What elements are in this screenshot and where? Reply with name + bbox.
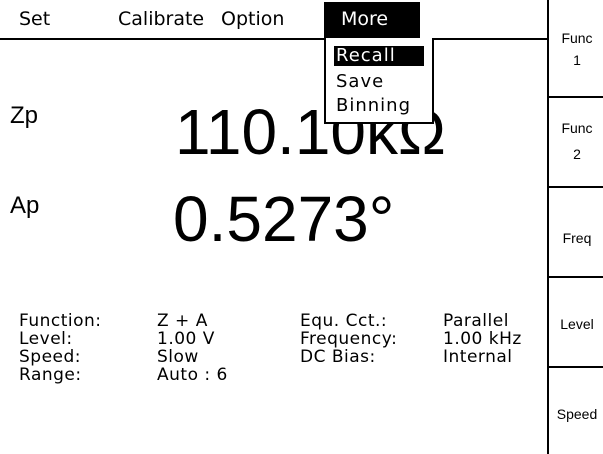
- instrument-screen: Set Calibrate Option More Recall Save Bi…: [0, 0, 603, 454]
- softkey-divider: [549, 366, 603, 368]
- dropdown-item-binning[interactable]: Binning: [336, 96, 411, 116]
- softkey-freq-label: Freq: [562, 230, 592, 246]
- info-value-range: Auto : 6: [157, 365, 228, 385]
- softkey-column: Func 1 Func 2 Freq Level Speed: [547, 0, 603, 454]
- info-label-dc-bias: DC Bias:: [300, 347, 376, 367]
- menu-option[interactable]: Option: [221, 8, 284, 30]
- softkey-divider: [549, 96, 603, 98]
- softkey-speed-label: Speed: [556, 406, 598, 422]
- menu-more[interactable]: More: [324, 2, 420, 38]
- menu-more-label: More: [341, 8, 389, 30]
- softkey-func-2-line2: 2: [573, 146, 581, 162]
- softkey-func-2-line1: Func: [561, 120, 593, 136]
- dropdown-item-recall[interactable]: Recall: [334, 46, 424, 66]
- softkey-func-1-line2: 1: [573, 52, 581, 68]
- primary-label: Zp: [10, 102, 39, 129]
- secondary-label: Ap: [10, 192, 40, 219]
- menu-calibrate[interactable]: Calibrate: [118, 8, 204, 30]
- softkey-divider: [549, 186, 603, 188]
- menu-bar: Set Calibrate Option More: [0, 0, 547, 40]
- softkey-level-label: Level: [560, 316, 594, 332]
- dropdown-item-save[interactable]: Save: [336, 72, 384, 92]
- menu-set[interactable]: Set: [19, 8, 50, 30]
- softkey-divider: [549, 276, 603, 278]
- info-label-range: Range:: [19, 365, 82, 385]
- info-value-dc-bias: Internal: [443, 347, 513, 367]
- softkey-func-1-line1: Func: [561, 30, 593, 46]
- secondary-value: 0.5273°: [173, 183, 395, 255]
- more-dropdown: Recall Save Binning: [324, 38, 434, 124]
